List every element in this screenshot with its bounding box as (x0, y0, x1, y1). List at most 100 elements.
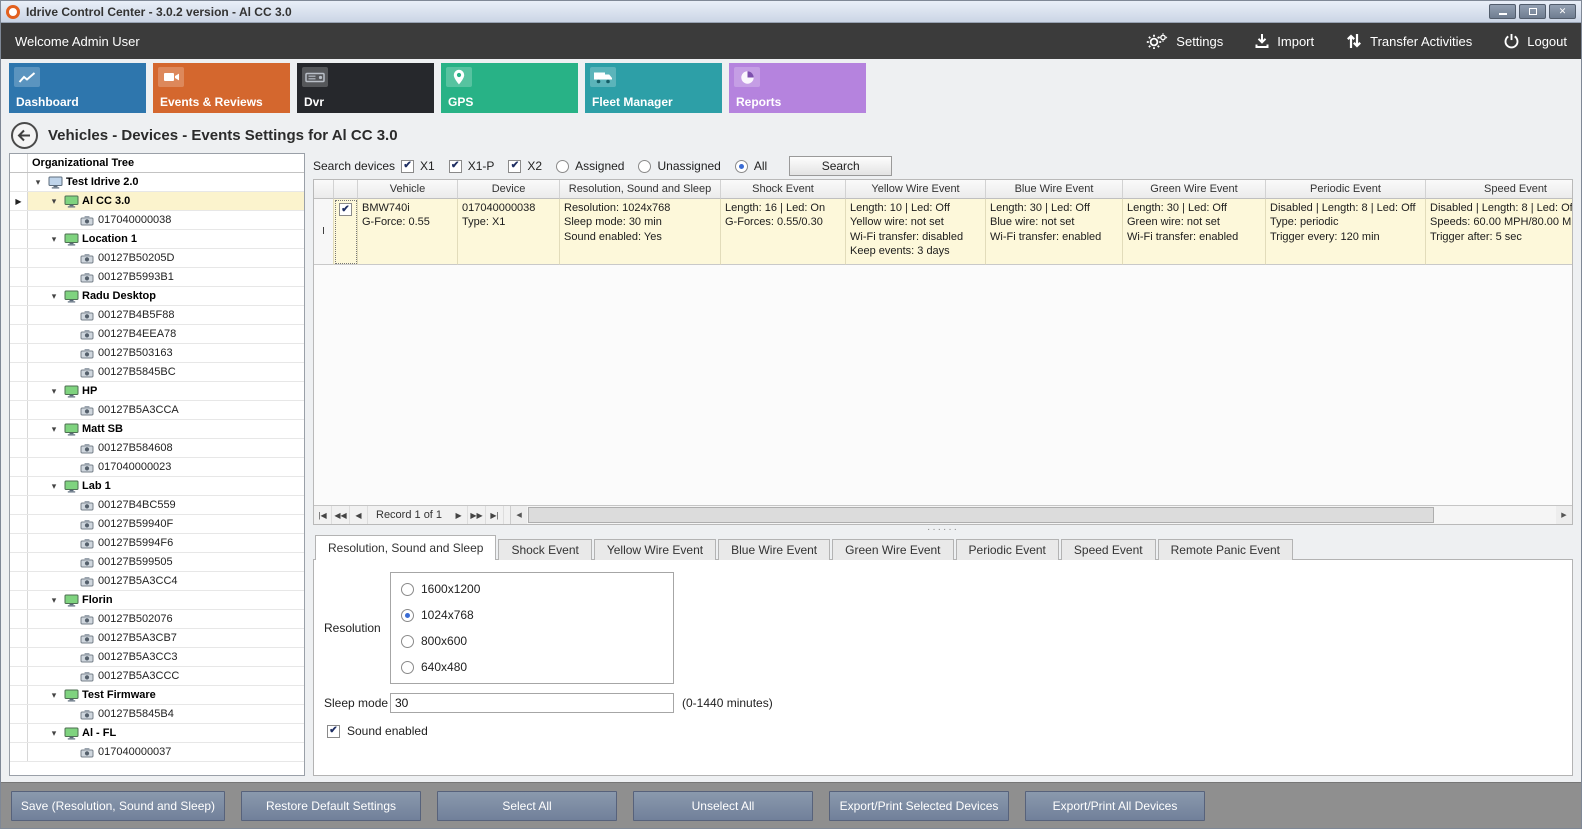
cell-speed-event[interactable]: Disabled | Length: 8 | Led: Off Speeds: … (1426, 199, 1572, 265)
cell-shock-event[interactable]: Length: 16 | Led: On G-Forces: 0.55/0.30 (721, 199, 846, 265)
back-button[interactable] (11, 122, 38, 149)
tree-item-matt-sb[interactable]: ▾ Matt SB (10, 420, 304, 439)
expand-arrow-icon[interactable]: ▾ (48, 291, 60, 302)
tree-item-al-cc-3-0[interactable]: ▶ ▾ Al CC 3.0 (10, 192, 304, 211)
tree-item-00127b5a3ccc[interactable]: 00127B5A3CCC (10, 667, 304, 686)
sleep-mode-input[interactable] (390, 693, 674, 713)
nav-tile-dashboard[interactable]: Dashboard (9, 63, 146, 113)
footer-button-export-print-selected-devices[interactable]: Export/Print Selected Devices (829, 791, 1009, 821)
tree-item-00127b5a3cc4[interactable]: 00127B5A3CC4 (10, 572, 304, 591)
resolution-option-800x600[interactable]: 800x600 (401, 634, 663, 648)
footer-button-restore-default-settings[interactable]: Restore Default Settings (241, 791, 421, 821)
cell-resolution-sound-and-sleep[interactable]: Resolution: 1024x768 Sleep mode: 30 min … (560, 199, 721, 265)
tree-item-00127b5845b4[interactable]: 00127B5845B4 (10, 705, 304, 724)
column-header-yellow-wire-event[interactable]: Yellow Wire Event (846, 180, 986, 199)
radio-icon[interactable] (401, 609, 414, 622)
footer-button-save-resolution-sound-and-sleep[interactable]: Save (Resolution, Sound and Sleep) (11, 791, 225, 821)
filter-radio-all[interactable] (735, 160, 748, 173)
tree-item-test-idrive-2-0[interactable]: ▾ Test Idrive 2.0 (10, 173, 304, 192)
expand-arrow-icon[interactable]: ▾ (48, 234, 60, 245)
filter-checkbox-x1-p[interactable] (449, 160, 462, 173)
tree-item-00127b4b5f88[interactable]: 00127B4B5F88 (10, 306, 304, 325)
resolution-option-640x480[interactable]: 640x480 (401, 660, 663, 674)
cell-vehicle[interactable]: BMW740i G-Force: 0.55 (358, 199, 458, 265)
tree-item-00127b4eea78[interactable]: 00127B4EEA78 (10, 325, 304, 344)
tab-remote-panic-event[interactable]: Remote Panic Event (1158, 539, 1293, 560)
grid-horizontal-scrollbar[interactable]: ◀ ▶ (510, 506, 1572, 524)
expand-arrow-icon[interactable]: ▾ (48, 424, 60, 435)
tab-speed-event[interactable]: Speed Event (1061, 539, 1156, 560)
tab-yellow-wire-event[interactable]: Yellow Wire Event (594, 539, 716, 560)
tree-item-00127b5a3cc3[interactable]: 00127B5A3CC3 (10, 648, 304, 667)
close-button[interactable] (1549, 4, 1576, 19)
expand-arrow-icon[interactable]: ▾ (48, 690, 60, 701)
tree-item-00127b5845bc[interactable]: 00127B5845BC (10, 363, 304, 382)
cell-periodic-event[interactable]: Disabled | Length: 8 | Led: Off Type: pe… (1266, 199, 1426, 265)
column-header-periodic-event[interactable]: Periodic Event (1266, 180, 1426, 199)
column-header-vehicle[interactable]: Vehicle (358, 180, 458, 199)
column-header-blue-wire-event[interactable]: Blue Wire Event (986, 180, 1123, 199)
header-action-import[interactable]: Import (1255, 33, 1314, 49)
nav-prev-icon[interactable]: ◀ (350, 506, 368, 524)
expand-arrow-icon[interactable]: ▾ (48, 481, 60, 492)
tree-item-00127b4bc559[interactable]: 00127B4BC559 (10, 496, 304, 515)
cell-yellow-wire-event[interactable]: Length: 10 | Led: Off Yellow wire: not s… (846, 199, 986, 265)
scroll-right-icon[interactable]: ▶ (1556, 506, 1572, 524)
radio-icon[interactable] (401, 583, 414, 596)
column-header-speed-event[interactable]: Speed Event (1426, 180, 1572, 199)
tab-green-wire-event[interactable]: Green Wire Event (832, 539, 953, 560)
nav-prev-page-icon[interactable]: ◀◀ (332, 506, 350, 524)
filter-checkbox-x2[interactable] (508, 160, 521, 173)
tree-item-00127b599505[interactable]: 00127B599505 (10, 553, 304, 572)
column-header-shock-event[interactable]: Shock Event (721, 180, 846, 199)
scroll-thumb[interactable] (528, 507, 1433, 523)
tree-item-lab-1[interactable]: ▾ Lab 1 (10, 477, 304, 496)
minimize-button[interactable] (1489, 4, 1516, 19)
footer-button-export-print-all-devices[interactable]: Export/Print All Devices (1025, 791, 1205, 821)
nav-next-page-icon[interactable]: ▶▶ (468, 506, 486, 524)
tree-item-00127b59940f[interactable]: 00127B59940F (10, 515, 304, 534)
splitter-handle[interactable]: ······ (313, 525, 1573, 535)
nav-tile-reports[interactable]: Reports (729, 63, 866, 113)
nav-tile-fleet-manager[interactable]: Fleet Manager (585, 63, 722, 113)
cell-blue-wire-event[interactable]: Length: 30 | Led: Off Blue wire: not set… (986, 199, 1123, 265)
header-action-transfer-activities[interactable]: Transfer Activities (1346, 33, 1472, 49)
nav-tile-dvr[interactable]: Dvr (297, 63, 434, 113)
tab-resolution-sound-and-sleep[interactable]: Resolution, Sound and Sleep (315, 535, 496, 560)
row-checkbox[interactable] (339, 203, 352, 216)
filter-checkbox-x1[interactable] (401, 160, 414, 173)
expand-arrow-icon[interactable]: ▾ (32, 177, 44, 188)
tree-item-00127b584608[interactable]: 00127B584608 (10, 439, 304, 458)
filter-radio-assigned[interactable] (556, 160, 569, 173)
tree-item-hp[interactable]: ▾ HP (10, 382, 304, 401)
tree-item-00127b5a3cb7[interactable]: 00127B5A3CB7 (10, 629, 304, 648)
nav-last-icon[interactable]: ▶| (486, 506, 504, 524)
radio-icon[interactable] (401, 661, 414, 674)
expand-arrow-icon[interactable]: ▾ (48, 196, 60, 207)
tree-item-017040000023[interactable]: 017040000023 (10, 458, 304, 477)
tree-item-al-fl[interactable]: ▾ Al - FL (10, 724, 304, 743)
filter-radio-unassigned[interactable] (638, 160, 651, 173)
column-header-resolution-sound-and-sleep[interactable]: Resolution, Sound and Sleep (560, 180, 721, 199)
cell-device[interactable]: 017040000038 Type: X1 (458, 199, 560, 265)
resolution-option-1024x768[interactable]: 1024x768 (401, 608, 663, 622)
tree-item-00127b50205d[interactable]: 00127B50205D (10, 249, 304, 268)
nav-next-icon[interactable]: ▶ (450, 506, 468, 524)
expand-arrow-icon[interactable]: ▾ (48, 595, 60, 606)
tab-periodic-event[interactable]: Periodic Event (956, 539, 1059, 560)
header-action-logout[interactable]: Logout (1504, 33, 1567, 49)
sound-enabled-checkbox[interactable] (327, 725, 340, 738)
scroll-track[interactable] (527, 506, 1556, 524)
radio-icon[interactable] (401, 635, 414, 648)
tree-item-radu-desktop[interactable]: ▾ Radu Desktop (10, 287, 304, 306)
tree-item-00127b5994f6[interactable]: 00127B5994F6 (10, 534, 304, 553)
tree-item-00127b503163[interactable]: 00127B503163 (10, 344, 304, 363)
tree-item-017040000037[interactable]: 017040000037 (10, 743, 304, 762)
expand-arrow-icon[interactable]: ▾ (48, 728, 60, 739)
tree-item-00127b502076[interactable]: 00127B502076 (10, 610, 304, 629)
column-header-green-wire-event[interactable]: Green Wire Event (1123, 180, 1266, 199)
tree-item-location-1[interactable]: ▾ Location 1 (10, 230, 304, 249)
column-header-device[interactable]: Device (458, 180, 560, 199)
tree-item-00127b5993b1[interactable]: 00127B5993B1 (10, 268, 304, 287)
maximize-button[interactable] (1519, 4, 1546, 19)
